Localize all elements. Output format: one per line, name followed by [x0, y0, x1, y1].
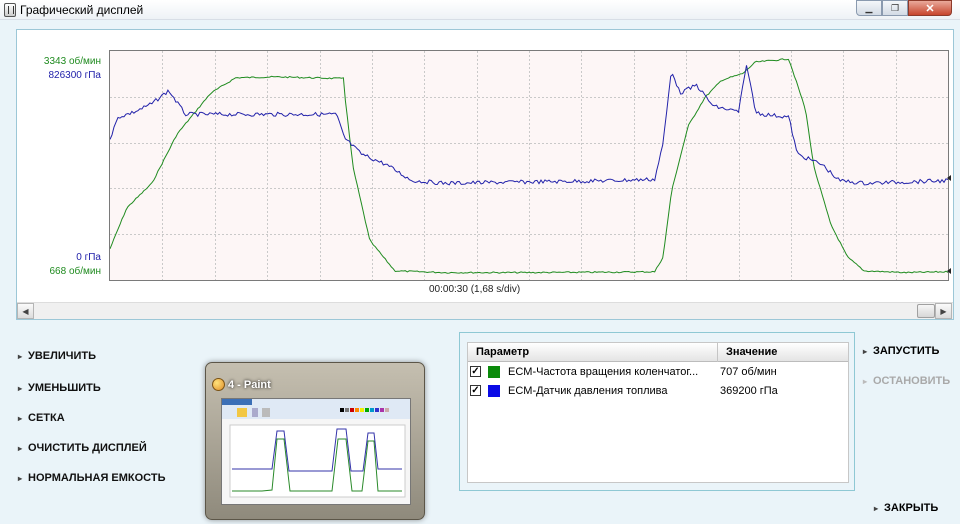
chevron-right-icon: ▸: [18, 474, 23, 483]
close-icon[interactable]: ✕: [908, 0, 952, 16]
blue-axis-max-label: 826300 гПа: [48, 70, 101, 81]
chart-series: [109, 58, 949, 274]
close-button[interactable]: ▸ ЗАКРЫТЬ: [874, 502, 938, 514]
param-name: ECM-Частота вращения коленчатог...: [508, 366, 699, 378]
chevron-right-icon: ▸: [18, 444, 23, 453]
chevron-right-icon: ▸: [863, 377, 868, 386]
checkbox[interactable]: ✓: [470, 366, 481, 377]
plot-area: [109, 50, 949, 281]
chevron-right-icon: ▸: [863, 347, 868, 356]
parameters-table: Параметр Значение ✓ ECM-Частота вращения…: [467, 342, 849, 483]
blue-axis-min-label: 0 гПа: [76, 252, 101, 263]
thumbnail-title: 4 - Paint: [228, 379, 271, 391]
minimize-icon[interactable]: ▁: [856, 0, 882, 16]
column-header-value[interactable]: Значение: [718, 343, 848, 362]
table-row[interactable]: ✓ ECM-Частота вращения коленчатог... 707…: [468, 363, 848, 381]
title-bar: Графический дисплей ▁ ❐ ✕: [0, 0, 960, 20]
scroll-left-icon[interactable]: ◀: [17, 303, 34, 319]
chevron-right-icon: ▸: [18, 384, 23, 393]
rpm-series-line: [109, 58, 949, 274]
paint-preview-image: [222, 399, 410, 504]
green-axis-min-label: 668 об/мин: [49, 266, 101, 277]
table-row[interactable]: ✓ ECM-Датчик давления топлива 369200 гПа: [468, 382, 848, 400]
color-swatch: [488, 385, 500, 397]
param-name: ECM-Датчик давления топлива: [508, 385, 668, 397]
chart-grid: [110, 51, 948, 280]
zoom-out-button[interactable]: ▸ УМЕНЬШИТЬ: [18, 382, 101, 394]
app-icon: [4, 3, 16, 17]
clear-display-button[interactable]: ▸ ОЧИСТИТЬ ДИСПЛЕЙ: [18, 442, 147, 454]
line-chart: [109, 51, 949, 280]
param-value: 369200 гПа: [720, 385, 778, 397]
param-value: 707 об/мин: [720, 366, 777, 378]
table-header: Параметр Значение: [468, 343, 848, 362]
green-series-end-marker: [947, 268, 951, 274]
start-button[interactable]: ▸ ЗАПУСТИТЬ: [863, 345, 939, 357]
normal-capacity-button[interactable]: ▸ НОРМАЛЬНАЯ ЕМКОСТЬ: [18, 472, 165, 484]
zoom-in-button[interactable]: ▸ УВЕЛИЧИТЬ: [18, 350, 96, 362]
grid-button[interactable]: ▸ СЕТКА: [18, 412, 65, 424]
maximize-icon[interactable]: ❐: [882, 0, 908, 16]
time-scale-label: 00:00:30 (1,68 s/div): [429, 284, 521, 295]
column-header-param[interactable]: Параметр: [468, 343, 718, 362]
scroll-thumb[interactable]: [917, 304, 935, 318]
chevron-right-icon: ▸: [874, 504, 879, 513]
parameters-panel: Параметр Значение ✓ ECM-Частота вращения…: [459, 332, 855, 491]
chevron-right-icon: ▸: [18, 414, 23, 423]
thumbnail-preview: [221, 398, 411, 505]
color-swatch: [488, 366, 500, 378]
stop-button[interactable]: ▸ ОСТАНОВИТЬ: [863, 375, 950, 387]
chart-panel: 3343 об/мин 826300 гПа 0 гПа 668 об/мин …: [16, 29, 954, 320]
taskbar-thumbnail[interactable]: 4 - Paint: [205, 362, 425, 520]
horizontal-scrollbar[interactable]: ◀ ▶: [17, 302, 953, 319]
checkbox[interactable]: ✓: [470, 385, 481, 396]
blue-series-end-marker: [947, 175, 951, 181]
window-title: Графический дисплей: [20, 3, 144, 17]
paint-icon: [212, 378, 225, 391]
scroll-right-icon[interactable]: ▶: [935, 303, 952, 319]
window-controls: ▁ ❐ ✕: [856, 0, 952, 16]
chevron-right-icon: ▸: [18, 352, 23, 361]
green-axis-max-label: 3343 об/мин: [43, 56, 101, 67]
